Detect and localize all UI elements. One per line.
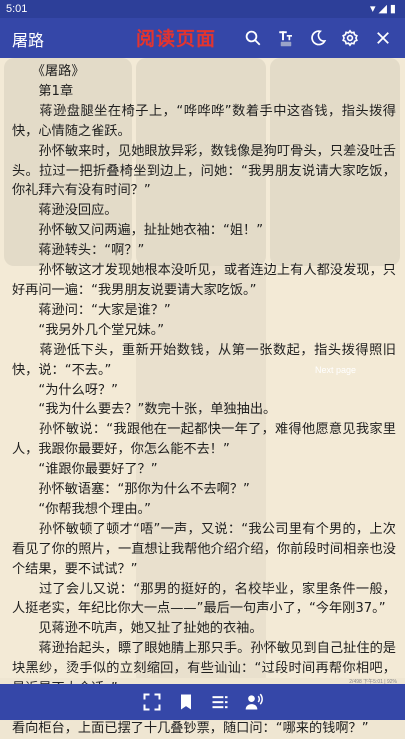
close-icon	[377, 32, 389, 44]
paragraph: 见蒋逊不吭声，她又扯了扯她的衣袖。	[12, 621, 263, 637]
fullscreen-button[interactable]	[141, 691, 163, 713]
paragraph: 孙怀敏这才发现她根本没听见，或者连边上有人都没发现，只好再问一遍：“我男朋友说要…	[12, 263, 396, 298]
status-icons: ▾◢▮	[369, 3, 399, 15]
paragraph: 孙怀敏语塞：“那你为什么不去啊？”	[12, 482, 250, 498]
night-mode-button[interactable]	[306, 26, 330, 50]
paragraph: 蒋逊没回应。	[12, 203, 118, 219]
settings-icon	[342, 29, 358, 47]
page-label: 阅读页面	[136, 28, 217, 50]
chapter-list-icon	[212, 696, 228, 709]
paragraph: 孙怀敏来时，见她眼放异彩，数钱像是狗叮骨头，只差没吐舌头。拉过一把折叠椅坐到边上…	[12, 143, 396, 199]
paragraph: “你帮我想个理由。”	[12, 501, 151, 517]
font-size-icon	[279, 31, 292, 47]
bottom-bar	[0, 684, 405, 720]
paragraph: 蒋逊低下头，重新开始数钱，从第一张数起，指头拨得照旧快，说：“不去。”	[12, 342, 396, 378]
paragraph: “我另外几个堂兄妹。”	[12, 322, 165, 338]
search-icon	[245, 30, 261, 46]
app-bar: 屠路 阅读页面	[0, 18, 405, 58]
fullscreen-icon	[143, 693, 161, 711]
chapter-list-button[interactable]	[209, 691, 231, 713]
read-aloud-icon	[245, 693, 263, 710]
night-mode-icon	[311, 30, 327, 46]
book-title: 屠路	[12, 31, 45, 50]
paragraph: 孙怀敏顿了顿才“唔”一声，又说：“我公司里有个男的，上次看见了你的照片，一直想让…	[12, 521, 396, 577]
status-bar: 5:01 ▾◢▮	[0, 0, 405, 18]
chapter-text: 《屠路》 第1章 蒋逊盘腿坐在椅子上，“哗哗哗”数着手中这沓钱，指头拨得快，心情…	[12, 62, 396, 739]
font-size-button[interactable]	[274, 26, 298, 50]
paragraph: 蒋逊问：“大家是谁？”	[12, 302, 171, 318]
status-time: 5:01	[6, 3, 28, 15]
paragraph: “我为什么要去？”数完十张，单独抽出。	[12, 402, 277, 418]
paragraph: 孙怀敏说：“我跟他在一起都快一年了，难得他愿意见我家里人，我跟你最要好，你怎么能…	[12, 422, 396, 458]
paragraph: “为什么呀？”	[12, 382, 118, 398]
settings-button[interactable]	[338, 26, 362, 50]
close-button[interactable]	[371, 26, 395, 50]
paragraph: 过了会儿又说：“那男的挺好的，名校毕业，家里条件一般，人挺老实，年纪比你大一点—…	[12, 581, 396, 617]
paragraph: 蒋逊转头：“啊？”	[12, 243, 145, 259]
paragraph: 《屠路》	[12, 64, 85, 79]
paragraph: 蒋逊盘腿坐在椅子上，“哗哗哗”数着手中这沓钱，指头拨得快，心情随之雀跃。	[12, 103, 396, 139]
paragraph: “谁跟你最要好了？”	[12, 462, 158, 478]
bookmark-icon	[181, 694, 191, 710]
reading-area[interactable]: Next page 《屠路》 第1章 蒋逊盘腿坐在椅子上，“哗哗哗”数着手中这沓…	[0, 58, 405, 736]
bookmark-button[interactable]	[175, 691, 197, 713]
paragraph: 孙怀敏又问两遍，扯扯她衣袖：“姐！”	[12, 223, 264, 239]
search-button[interactable]	[241, 26, 265, 50]
paragraph: 第1章	[12, 83, 74, 99]
read-aloud-button[interactable]	[243, 691, 265, 713]
